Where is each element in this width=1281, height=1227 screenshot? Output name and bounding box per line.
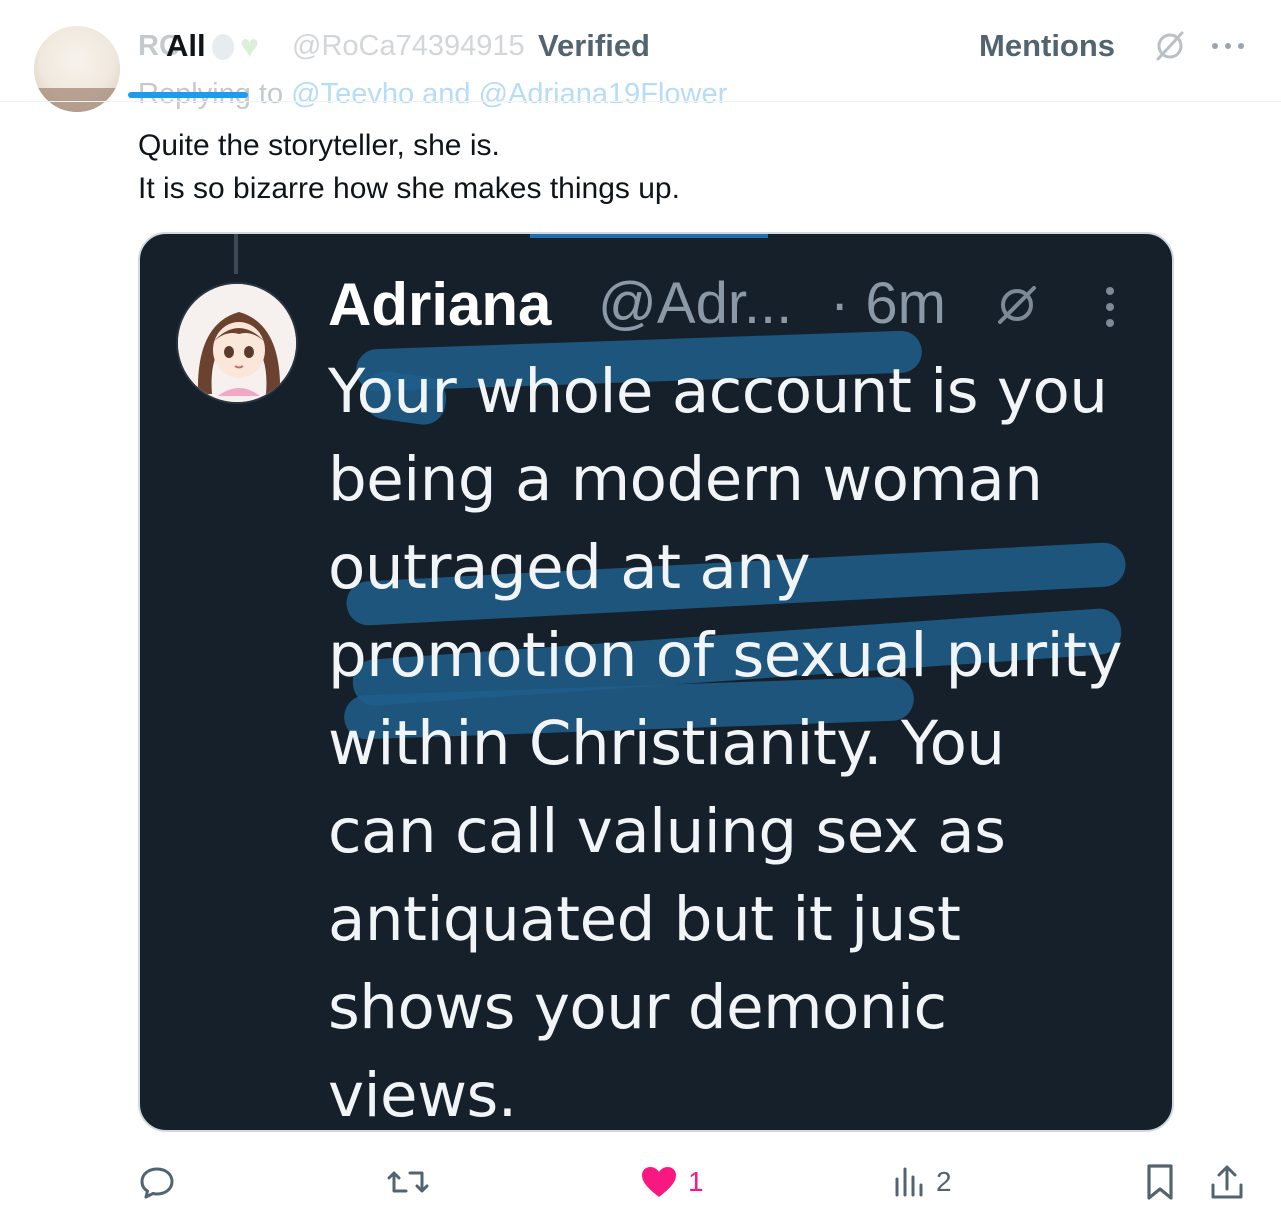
avatar[interactable] (34, 26, 120, 112)
share-button[interactable] (1208, 1160, 1246, 1204)
embedded-text-line: promotion of sexual purity (328, 620, 1123, 691)
tweet-media-image[interactable]: Adriana @Adr... · 6m Your whole account … (138, 232, 1174, 1132)
embedded-avatar (176, 282, 298, 404)
reply-icon (138, 1163, 176, 1201)
tweet-text-line: Quite the storyteller, she is. (138, 129, 500, 162)
media-top-accent (530, 234, 768, 238)
tab-verified[interactable]: Verified (538, 28, 650, 64)
embedded-text-line: shows your demonic (328, 972, 947, 1043)
bookmark-button[interactable] (1144, 1160, 1176, 1204)
mask-emoji-icon (212, 34, 234, 60)
heart-icon (640, 1165, 678, 1199)
embedded-author-name: Adriana (328, 271, 552, 338)
tweet-text-line: It is so bizarre how she makes things up… (138, 172, 680, 205)
embedded-author-handle: @Adr... (598, 271, 793, 336)
embedded-timestamp: · 6m (830, 271, 946, 336)
author-handle: @RoCa74394915 (292, 30, 525, 62)
retweet-icon (386, 1163, 430, 1201)
embedded-text-line: outraged at any (328, 532, 811, 603)
embedded-text-line: views. (328, 1060, 517, 1131)
embedded-text-line: being a modern woman (328, 444, 1043, 515)
embedded-slash-icon (992, 280, 1042, 330)
like-button[interactable]: 1 (640, 1160, 704, 1204)
tab-mentions[interactable]: Mentions (979, 28, 1115, 64)
embedded-text-line: can call valuing sex as (328, 796, 1006, 867)
tab-divider (0, 101, 1281, 102)
replying-targets[interactable]: @Teevho and @Adriana19Flower (291, 78, 727, 110)
embedded-text-line: antiquated but it just (328, 884, 961, 955)
thread-line (234, 234, 238, 274)
views-icon (892, 1165, 926, 1199)
retweet-button[interactable] (386, 1160, 430, 1204)
slash-icon[interactable] (1152, 28, 1188, 64)
green-heart-icon: ♥ (240, 28, 259, 64)
share-icon (1208, 1163, 1246, 1201)
reply-button[interactable] (138, 1160, 176, 1204)
embedded-more-icon (1100, 284, 1120, 330)
views-count: 2 (936, 1166, 952, 1197)
bookmark-icon (1144, 1163, 1176, 1201)
active-tab-indicator (128, 92, 248, 98)
tab-all[interactable]: All (166, 28, 206, 64)
tweet-text: Quite the storyteller, she is. It is so … (138, 124, 680, 210)
more-icon[interactable] (1208, 28, 1248, 64)
views-button[interactable]: 2 (892, 1160, 952, 1204)
embedded-text-line: Your whole account is you (328, 356, 1108, 427)
avatar-fade (34, 26, 120, 112)
like-count: 1 (688, 1166, 704, 1197)
embedded-text-line: within Christianity. You (328, 708, 1005, 779)
embedded-tweet-text: Your whole account is you being a modern… (328, 348, 1123, 1131)
